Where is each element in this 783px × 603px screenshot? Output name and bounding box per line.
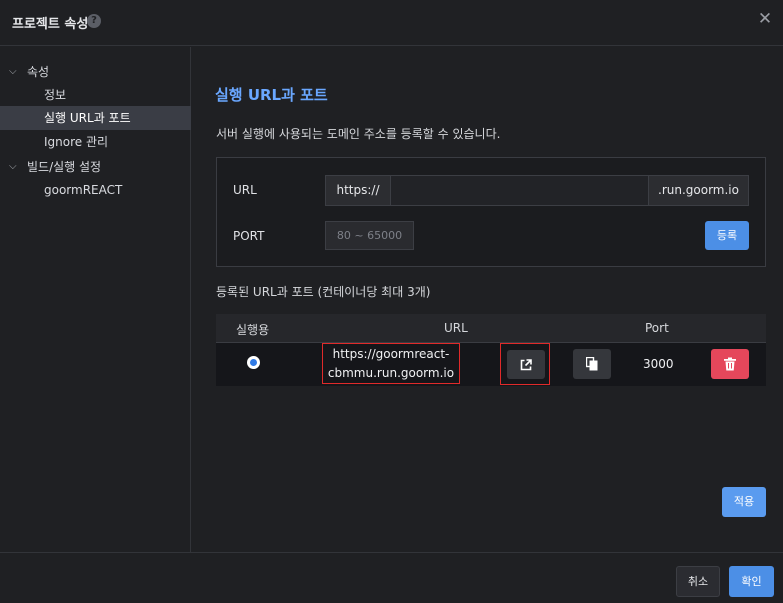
table-header: 실행용 URL Port (216, 314, 766, 343)
copy-button[interactable] (573, 349, 611, 379)
sidebar-group-label: 속성 (27, 64, 50, 79)
close-icon[interactable]: ✕ (757, 9, 773, 29)
column-header-run: 실행용 (236, 323, 270, 337)
dialog-title: 프로젝트 속성 (12, 17, 89, 32)
sidebar-item-goormreact[interactable]: goormREACT (0, 178, 191, 202)
registered-urls-table: 실행용 URL Port https://goormreact- cbmmu.r… (216, 314, 766, 386)
chevron-down-icon[interactable]: ⌵ (9, 161, 21, 172)
dialog-footer: 취소 확인 (0, 552, 783, 603)
sidebar-group-label: 빌드/실행 설정 (27, 159, 102, 174)
dialog-header: 프로젝트 속성 ? ✕ (0, 0, 783, 46)
url-line-2: cbmmu.run.goorm.io (327, 366, 455, 380)
sidebar-group-build-run[interactable]: ⌵ 빌드/실행 설정 (0, 154, 191, 178)
sidebar: ⌵ 속성 정보 실행 URL과 포트 Ignore 관리 ⌵ 빌드/실행 설정 … (0, 47, 191, 552)
section-description: 서버 실행에 사용되는 도메인 주소를 등록할 수 있습니다. (216, 127, 501, 141)
open-link-highlight (500, 343, 550, 385)
url-input[interactable] (390, 175, 649, 206)
url-port-form: URL https:// .run.goorm.io PORT 등록 (216, 157, 766, 267)
project-properties-dialog: 프로젝트 속성 ? ✕ ⌵ 속성 정보 실행 URL과 포트 Ignore 관리… (0, 0, 783, 603)
column-header-url: URL (444, 321, 468, 335)
url-cell: https://goormreact- cbmmu.run.goorm.io (322, 343, 460, 384)
sidebar-item-run-url-port[interactable]: 실행 URL과 포트 (0, 106, 191, 130)
register-button[interactable]: 등록 (705, 221, 749, 250)
url-prefix: https:// (325, 175, 391, 206)
port-cell: 3000 (643, 357, 674, 371)
sidebar-group-properties[interactable]: ⌵ 속성 (0, 59, 191, 83)
cancel-button[interactable]: 취소 (676, 566, 720, 597)
column-header-port: Port (645, 321, 669, 335)
question-circle-icon[interactable]: ? (87, 14, 101, 28)
url-label: URL (233, 183, 257, 197)
sidebar-item-info[interactable]: 정보 (0, 83, 191, 107)
trash-icon (724, 357, 736, 371)
delete-button[interactable] (711, 349, 749, 379)
external-link-icon (520, 358, 532, 370)
main-panel: 실행 URL과 포트 서버 실행에 사용되는 도메인 주소를 등록할 수 있습니… (192, 47, 783, 552)
apply-button[interactable]: 적용 (722, 487, 766, 517)
registered-list-title: 등록된 URL과 포트 (컨테이너당 최대 3개) (216, 285, 431, 299)
url-suffix: .run.goorm.io (648, 175, 749, 206)
url-line-1: https://goormreact- (332, 347, 450, 361)
run-radio[interactable] (247, 356, 260, 369)
section-title: 실행 URL과 포트 (215, 86, 328, 104)
ok-button[interactable]: 확인 (729, 566, 774, 597)
copy-icon (586, 357, 598, 371)
port-label: PORT (233, 229, 265, 243)
port-input[interactable] (325, 221, 414, 250)
open-link-button[interactable] (507, 350, 545, 379)
chevron-down-icon[interactable]: ⌵ (9, 66, 21, 77)
sidebar-item-ignore[interactable]: Ignore 관리 (0, 130, 191, 154)
